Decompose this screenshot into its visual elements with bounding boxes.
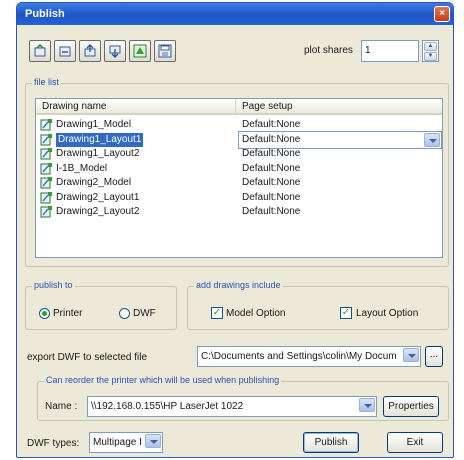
export-path-combo[interactable]: C:\Documents and Settings\colin\My Docum [197,346,421,367]
page-setup-cell: Default:None [242,191,301,203]
exit-button[interactable]: Exit [387,432,443,453]
table-row[interactable]: I-1B_Model Default:None [36,162,442,176]
save-list-icon [158,44,172,58]
drawing-file-icon [40,191,52,203]
remove-drawing-button[interactable] [54,40,76,62]
publish-to-group-title: publish to [32,280,75,290]
page-setup-cell: Default:None [242,177,301,188]
drawing-name-text: Drawing1_Model [56,119,132,130]
spin-up-icon[interactable]: ▲ [424,42,437,51]
dwf-types-combo[interactable]: Multipage I [89,432,163,453]
publish-button[interactable]: Publish [303,432,359,453]
drawing-name-text: Drawing2_Layout2 [56,206,140,217]
title-bar[interactable]: Publish × [17,3,453,25]
page-setup-cell: Default:None [242,206,301,217]
drawing-name-text: I-1B_Model [56,162,108,174]
model-option-label[interactable]: Model Option [226,308,285,319]
properties-button[interactable]: Properties [383,396,439,417]
drawing-name-text: Drawing2_Model [56,177,132,188]
drawing-file-icon [40,206,52,218]
table-row[interactable]: Drawing2_Model Default:None [36,176,442,190]
column-header-drawing-name[interactable]: Drawing name [36,99,236,115]
table-row[interactable]: Drawing2_Layout1 Default:None [36,191,442,205]
page-setup-value: Default:None [242,133,301,145]
drawing-file-icon [40,148,52,160]
move-down-icon [109,45,121,58]
save-list-button[interactable] [154,40,176,62]
move-down-button[interactable] [104,40,126,62]
plot-shares-input[interactable]: 1 [361,40,419,62]
printer-radio-label[interactable]: Printer [53,308,82,319]
checkmark-icon: ✓ [212,307,222,318]
spin-down-icon[interactable]: ▼ [424,52,437,61]
dwf-radio-label[interactable]: DWF [133,308,156,319]
move-up-icon [84,44,96,57]
page-setup-cell: Default:None [242,148,301,159]
page-setup-cell: Default:None [242,162,301,174]
printer-name-label: Name : [45,401,78,412]
model-option-checkbox[interactable]: ✓ [211,307,223,319]
column-header-page-setup[interactable]: Page setup [236,99,442,115]
drawing-file-icon [40,133,52,145]
remove-drawing-icon [59,46,71,57]
chevron-down-icon[interactable] [403,348,419,362]
file-list-header: Drawing name Page setup [36,99,442,115]
checkmark-icon: ✓ [341,307,351,318]
publish-dialog: Publish × plot shares 1 ▲ ▼ file list Dr… [16,2,454,458]
load-list-button[interactable] [129,40,151,62]
chevron-down-icon[interactable] [145,434,161,448]
drawing-name-text: Drawing1_Layout1 [56,132,144,147]
table-row[interactable]: Drawing1_Layout2 Default:None [36,147,442,161]
layout-option-checkbox[interactable]: ✓ [340,307,352,319]
dwf-radio[interactable] [119,308,130,319]
add-drawings-group-title: add drawings include [194,280,283,290]
chevron-down-icon[interactable] [359,398,375,412]
add-drawing-icon [34,44,46,57]
close-button[interactable]: × [434,6,450,22]
load-list-icon [133,44,147,58]
drawing-file-icon [40,177,52,189]
drawing-name-text: Drawing1_Layout2 [56,148,140,159]
plot-shares-spinner[interactable]: ▲ ▼ [422,40,439,62]
close-icon: × [439,8,445,19]
drawing-file-icon [40,162,52,174]
drawing-name-text: Drawing2_Layout1 [56,191,140,203]
dwf-types-label: DWF types: [27,438,80,449]
printer-group-title: Can reorder the printer which will be us… [44,375,282,385]
file-list[interactable]: Drawing name Page setup Drawing1_Model De… [35,98,443,258]
layout-option-label[interactable]: Layout Option [356,308,418,319]
export-dwf-label: export DWF to selected file [27,352,148,363]
printer-radio[interactable] [39,308,50,319]
page-setup-combo[interactable]: Default:None [238,130,442,149]
window-title: Publish [25,8,65,20]
table-row[interactable]: Drawing2_Layout2 Default:None [36,205,442,219]
browse-button[interactable]: ... [425,346,443,367]
printer-name-combo[interactable]: \\192.168.0.155\HP LaserJet 1022 [87,396,377,417]
add-drawing-button[interactable] [29,40,51,62]
dwf-types-value: Multipage I [93,437,142,448]
move-up-button[interactable] [79,40,101,62]
file-list-group-title: file list [32,77,62,87]
plot-shares-label: plot shares [304,45,353,56]
table-row[interactable]: Drawing1_Layout1 Default:None [36,130,442,149]
printer-name-value: \\192.168.0.155\HP LaserJet 1022 [91,401,244,412]
export-path-value: C:\Documents and Settings\colin\My Docum [201,351,397,362]
chevron-down-icon[interactable] [424,132,440,147]
drawing-file-icon [40,119,52,131]
